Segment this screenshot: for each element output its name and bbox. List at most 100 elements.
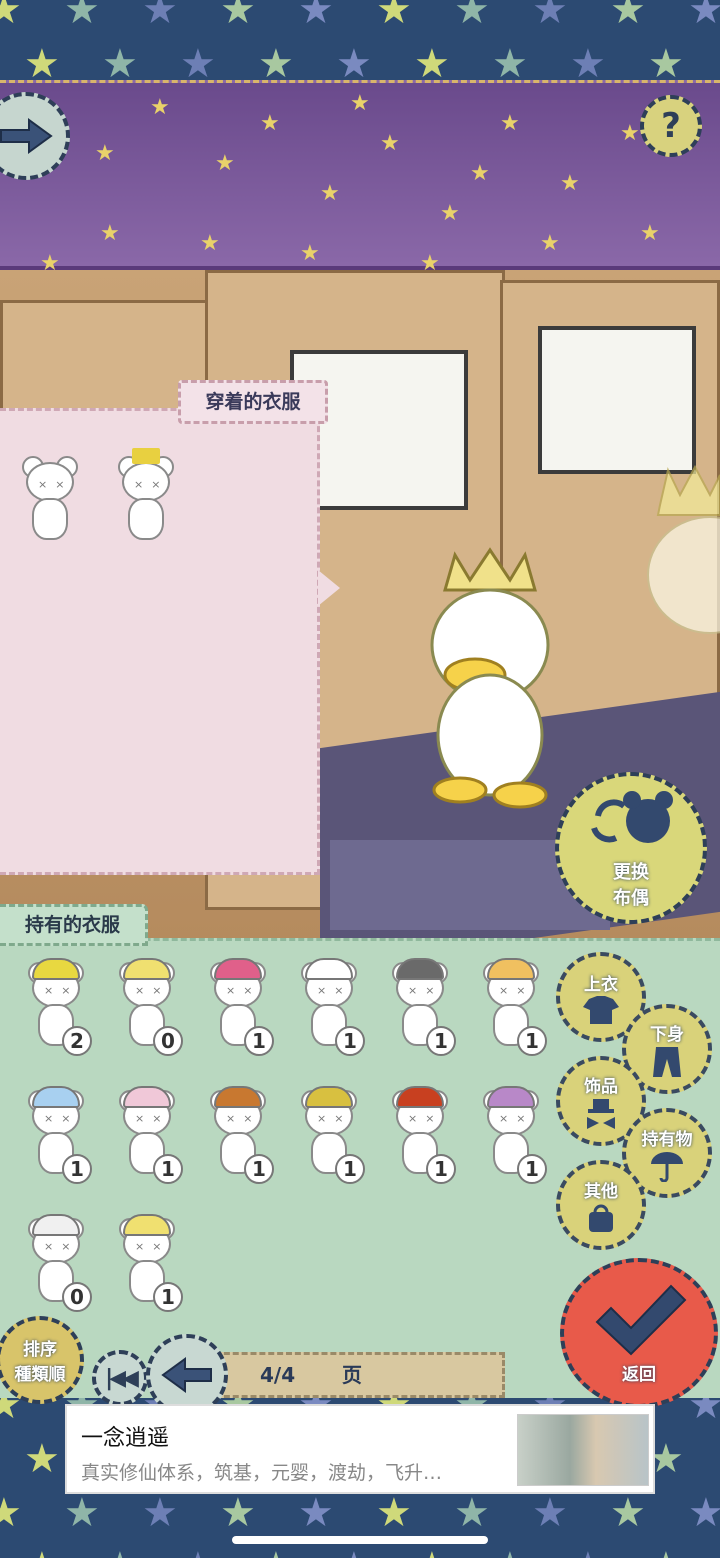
ceiling-star: ★: [320, 181, 340, 206]
star-decoration: ★: [414, 1547, 450, 1558]
item-count-badge: 1: [517, 1026, 547, 1056]
page-suffix: 页: [342, 1363, 362, 1387]
arrow-left-icon: [161, 1357, 212, 1393]
star-decoration: ★: [414, 41, 450, 80]
duck-reflection: [647, 465, 720, 634]
ceiling-star: ★: [260, 111, 280, 136]
item-count-badge: 1: [426, 1026, 456, 1056]
star-border-top: ★★★★★★★★★★★★★★★★★★★★: [0, 0, 720, 80]
star-decoration: ★: [64, 1490, 100, 1536]
star-decoration: ★: [688, 1490, 720, 1536]
ceiling-star: ★: [620, 121, 640, 146]
star-decoration: ★: [180, 1547, 216, 1558]
item-count-badge: 1: [153, 1282, 183, 1312]
ceiling-star: ★: [300, 241, 320, 266]
skip-back-icon: |◀◀: [105, 1365, 139, 1391]
umbrella-icon: [651, 1151, 683, 1182]
ad-title: 一念逍遥: [81, 1426, 170, 1451]
hat-icon: [123, 1214, 171, 1236]
star-decoration: ★: [142, 0, 178, 33]
page-number: 4/4: [260, 1363, 296, 1387]
star-decoration: ★: [532, 1490, 568, 1536]
help-button[interactable]: ?: [640, 95, 702, 157]
hat-icon: [123, 958, 171, 980]
ad-subtitle: 真实修仙体系，筑基，元婴，渡劫，飞升…: [81, 1462, 443, 1484]
question-icon: ?: [661, 106, 681, 146]
ceiling-star: ★: [640, 221, 660, 246]
ceiling-star: ★: [95, 141, 115, 166]
ceiling-star: ★: [560, 171, 580, 196]
ceiling-star: ★: [470, 161, 490, 186]
pants-icon: [653, 1046, 681, 1077]
star-decoration: ★: [0, 0, 22, 33]
item-count-badge: 1: [62, 1154, 92, 1184]
ceiling-star: ★: [500, 111, 520, 136]
worn-clothes-title: 穿着的衣服: [178, 380, 328, 424]
star-decoration: ★: [102, 1547, 138, 1558]
star-decoration: ★: [336, 1547, 372, 1558]
home-indicator: [232, 1536, 488, 1544]
item-count-badge: 0: [153, 1026, 183, 1056]
star-decoration: ★: [142, 1490, 178, 1536]
shirt-icon: [583, 995, 619, 1024]
sort-label-1: 排序: [23, 1340, 57, 1360]
star-decoration: ★: [336, 41, 372, 80]
category-label: 持有物: [641, 1129, 693, 1150]
hat-icon: [214, 958, 262, 980]
owned-clothes-title: 持有的衣服: [0, 904, 148, 946]
item-count-badge: 1: [517, 1154, 547, 1184]
category-label: 上衣: [584, 974, 618, 995]
change-doll-button[interactable]: 更换 布偶: [555, 772, 707, 924]
item-count-badge: 1: [335, 1154, 365, 1184]
change-doll-label-2: 布偶: [613, 888, 649, 909]
change-doll-label-1: 更换: [613, 862, 649, 883]
hat-icon: [32, 1214, 80, 1236]
ceiling-star: ★: [150, 95, 170, 120]
category-label: 下身: [650, 1024, 684, 1045]
item-count-badge: 0: [62, 1282, 92, 1312]
hat-icon: [123, 1086, 171, 1108]
checkmark-icon: [595, 1284, 687, 1356]
ceiling-star: ★: [215, 151, 235, 176]
star-decoration: ★: [570, 41, 606, 80]
star-decoration: ★: [688, 1395, 720, 1428]
sort-label-2: 種類順: [14, 1365, 66, 1385]
arrow-right-icon: [0, 118, 53, 154]
hat-icon: [487, 1086, 535, 1108]
star-decoration: ★: [298, 0, 334, 33]
item-count-badge: 1: [244, 1026, 274, 1056]
star-decoration: ★: [24, 41, 60, 80]
category-label: 饰品: [584, 1076, 618, 1097]
worn-item[interactable]: ××: [16, 452, 86, 548]
star-decoration: ★: [610, 1490, 646, 1536]
return-label: 返回: [622, 1365, 656, 1385]
star-decoration: ★: [454, 0, 490, 33]
sort-button[interactable]: 排序 種類順: [0, 1316, 84, 1404]
ad-thumbnail: [517, 1414, 649, 1486]
ceiling-star: ★: [440, 201, 460, 226]
hat-icon: [32, 958, 80, 980]
return-button[interactable]: 返回: [560, 1258, 718, 1408]
star-decoration: ★: [64, 0, 100, 33]
ad-banner[interactable]: 一念逍遥 真实修仙体系，筑基，元婴，渡劫，飞升…: [65, 1404, 655, 1494]
item-count-badge: 2: [62, 1026, 92, 1056]
ceiling-star: ★: [350, 91, 370, 116]
category-other-button[interactable]: 其他: [556, 1160, 646, 1250]
star-decoration: ★: [570, 1547, 606, 1558]
ceiling-star: ★: [100, 221, 120, 246]
worn-item-crown[interactable]: ××: [112, 448, 182, 548]
first-page-button[interactable]: |◀◀: [92, 1350, 148, 1406]
star-decoration: ★: [298, 1490, 334, 1536]
ceiling-star: ★: [540, 231, 560, 256]
game-screen: { "worn_panel": {"title": "穿着的衣服"}, "own…: [0, 0, 720, 1558]
star-decoration: ★: [24, 1547, 60, 1558]
star-decoration: ★: [376, 0, 412, 33]
duck-character: [430, 547, 550, 809]
bowtie-hat-icon: [587, 1098, 615, 1129]
hat-icon: [305, 958, 353, 980]
star-decoration: ★: [532, 0, 568, 33]
star-decoration: ★: [0, 1490, 22, 1536]
page-indicator-bar: 4/4 页: [215, 1352, 505, 1398]
star-decoration: ★: [648, 41, 684, 80]
hat-icon: [305, 1086, 353, 1108]
